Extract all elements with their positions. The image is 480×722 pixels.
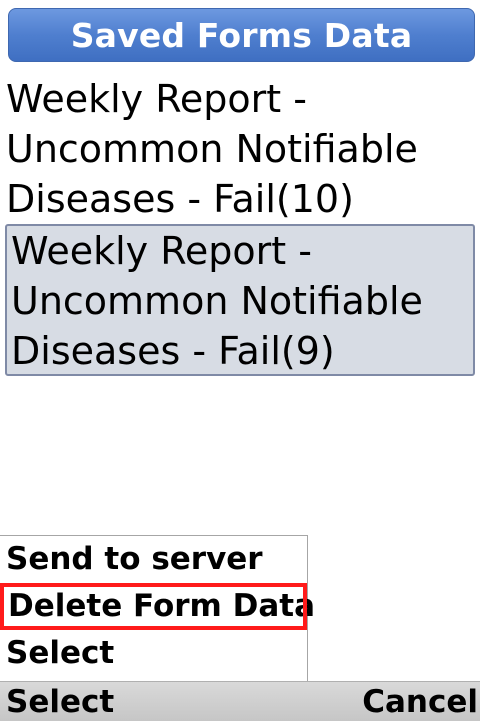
context-menu: Send to server Delete Form Data Select (0, 535, 315, 681)
saved-forms-list: Weekly Report - Uncommon Notifiable Dise… (0, 70, 480, 376)
list-item[interactable]: Weekly Report - Uncommon Notifiable Dise… (0, 70, 480, 221)
list-item-line: Diseases - Fail(10) (6, 177, 354, 221)
list-item-line: Weekly Report - (6, 77, 307, 121)
list-item-line: Weekly Report - (11, 229, 312, 273)
softkey-select[interactable]: Select (6, 682, 114, 722)
list-item-selected[interactable]: Weekly Report - Uncommon Notifiable Dise… (5, 224, 475, 376)
page-title: Saved Forms Data (8, 8, 475, 62)
softkey-cancel[interactable]: Cancel (362, 682, 478, 722)
list-item-line: Diseases - Fail(9) (11, 329, 335, 373)
softkey-bar: Select Cancel (0, 681, 480, 721)
list-item-line: Uncommon Notifiable (11, 279, 423, 323)
menu-item-delete-form-data[interactable]: Delete Form Data (0, 583, 315, 630)
menu-item-select[interactable]: Select (0, 630, 307, 677)
menu-item-send-to-server[interactable]: Send to server (0, 536, 307, 583)
list-item-line: Uncommon Notifiable (6, 127, 418, 171)
